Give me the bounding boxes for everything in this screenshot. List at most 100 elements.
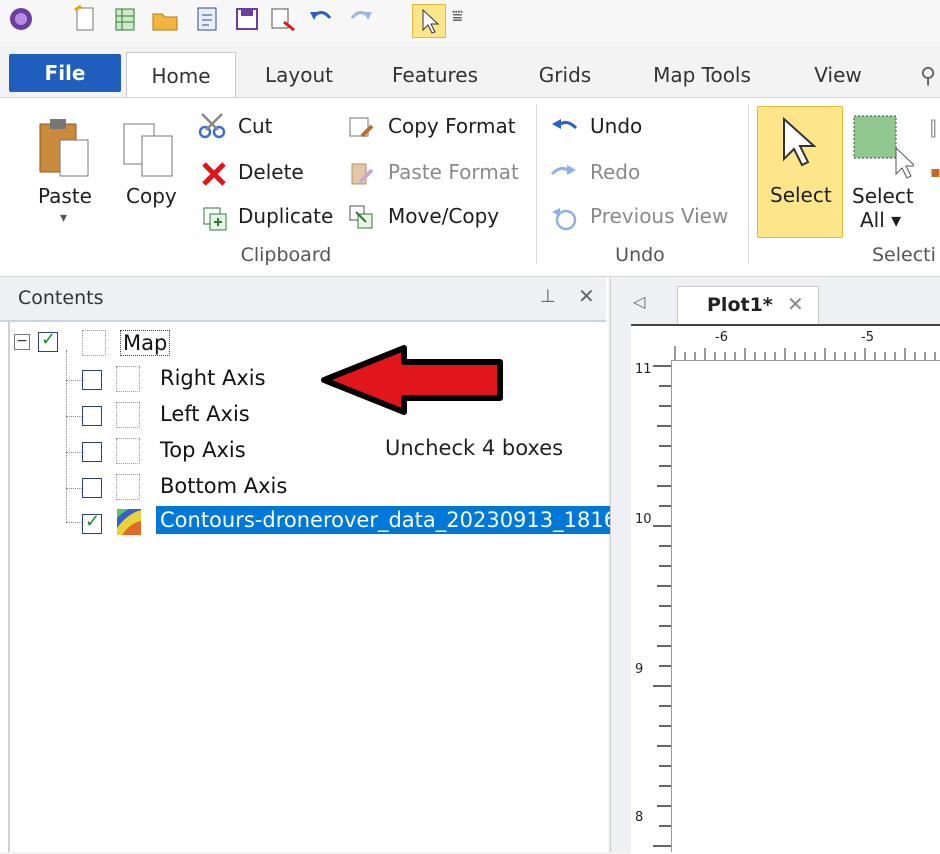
delete-label: Delete: [238, 160, 304, 184]
group-separator: [536, 104, 537, 264]
search-icon[interactable]: ⚲: [920, 64, 936, 89]
select-all-label-line2: All ▾: [860, 208, 902, 232]
paste-format-label: Paste Format: [388, 160, 519, 184]
map-checkbox[interactable]: [38, 329, 58, 352]
tree-item-contours[interactable]: Contours-dronerover_data_20230913_1816: [156, 506, 622, 534]
ribbon-tabs: File Home Layout Features Grids Map Tool…: [0, 42, 940, 99]
clipboard-group-label: Clipboard: [240, 244, 332, 266]
tab-file[interactable]: File: [9, 54, 121, 92]
tree-item-left-axis[interactable]: Left Axis: [160, 402, 250, 426]
top-axis-checkbox[interactable]: [82, 442, 102, 462]
duplicate-button[interactable]: Duplicate: [198, 202, 348, 232]
cut-label: Cut: [238, 114, 273, 138]
tab-grids[interactable]: Grids: [528, 54, 602, 96]
plot-tab-label: Plot1*: [707, 294, 773, 316]
paste-format-button[interactable]: Paste Format: [348, 158, 526, 188]
quick-access-toolbar: ⩸: [0, 0, 940, 42]
ruler-label: 11: [635, 362, 652, 377]
open-folder-icon[interactable]: [150, 4, 180, 34]
bottom-axis-thumbnail: [116, 474, 140, 500]
left-axis-thumbnail: [116, 402, 140, 428]
annotation-text: Uncheck 4 boxes: [385, 436, 564, 460]
ruler-label: -5: [861, 330, 874, 345]
ribbon: Paste ▾ Copy Cut Delete Duplicate Copy F…: [0, 97, 940, 277]
vertical-ruler: 11 10 9 8: [631, 360, 672, 852]
contents-title: Contents: [18, 287, 104, 309]
tree-item-right-axis[interactable]: Right Axis: [160, 366, 266, 390]
bottom-axis-checkbox[interactable]: [82, 478, 102, 498]
cut-button[interactable]: Cut: [198, 112, 338, 142]
tab-view[interactable]: View: [802, 54, 874, 96]
document-icon[interactable]: [192, 4, 222, 34]
undo-button[interactable]: Undo: [550, 112, 670, 142]
tree-item-map[interactable]: Map: [120, 330, 171, 356]
select-button[interactable]: Select: [757, 106, 843, 238]
tab-map-tools[interactable]: Map Tools: [640, 54, 764, 96]
right-axis-checkbox[interactable]: [82, 370, 102, 390]
paste-icon: [39, 119, 89, 177]
redo-icon: [550, 165, 576, 176]
new-worksheet-icon[interactable]: [110, 4, 140, 34]
pointer-tool-button[interactable]: [412, 4, 446, 38]
select-arrow-icon: [783, 116, 817, 167]
ruler-label: 10: [635, 512, 652, 527]
pointer-icon: [422, 8, 440, 34]
copy-button[interactable]: Copy: [118, 108, 184, 238]
redo-button[interactable]: Redo: [550, 158, 670, 188]
undo-qat-icon[interactable]: [306, 4, 336, 34]
object-tree: − Map Right Axis Left Axis Top Axis Bott…: [8, 322, 622, 852]
tree-connector: [66, 350, 67, 522]
close-icon[interactable]: ✕: [578, 284, 595, 308]
delete-button[interactable]: Delete: [198, 158, 338, 188]
close-tab-icon[interactable]: ✕: [787, 292, 804, 316]
map-thumbnail: [82, 330, 106, 356]
ruler-label: 8: [635, 810, 644, 825]
plot-canvas[interactable]: [631, 324, 940, 854]
scroll-tabs-left-icon[interactable]: ◁: [633, 292, 645, 311]
overflow-icon-2: ▪: [930, 162, 940, 181]
horizontal-ruler: -6 -5: [671, 326, 940, 361]
copy-label: Copy: [126, 184, 177, 208]
contour-layer-icon: [117, 509, 141, 535]
top-axis-thumbnail: [116, 438, 140, 464]
group-separator: [748, 104, 749, 264]
contours-checkbox[interactable]: [82, 511, 102, 534]
paste-button[interactable]: Paste ▾: [30, 108, 106, 238]
tab-layout[interactable]: Layout: [254, 54, 344, 96]
collapse-icon[interactable]: −: [14, 334, 30, 350]
duplicate-label: Duplicate: [238, 204, 334, 228]
save-icon[interactable]: [232, 4, 262, 34]
document-area: ◁ Plot1* ✕ -6 -5 11 10 9 8: [610, 278, 940, 854]
ruler-label: 9: [635, 662, 644, 677]
ruler-label: -6: [715, 330, 728, 345]
tab-home[interactable]: Home: [126, 52, 236, 99]
select-label: Select: [770, 183, 832, 207]
export-icon[interactable]: [268, 4, 298, 34]
copy-format-button[interactable]: Copy Format: [348, 112, 526, 142]
delete-icon: [202, 162, 226, 186]
left-axis-checkbox[interactable]: [82, 406, 102, 426]
move-copy-button[interactable]: Move/Copy: [348, 202, 526, 232]
copy-format-icon: [349, 117, 374, 138]
select-all-icon: [853, 115, 914, 179]
vertical-ruler-ticks: [653, 365, 671, 847]
tab-features[interactable]: Features: [380, 54, 490, 96]
select-all-button[interactable]: Select All ▾: [848, 108, 920, 238]
redo-qat-icon[interactable]: [346, 4, 376, 34]
customize-qat-icon[interactable]: ⩸: [452, 6, 463, 27]
undo-icon: [552, 119, 578, 130]
new-plot-icon[interactable]: [70, 4, 100, 34]
overflow-icon: ⫿: [930, 116, 937, 140]
pin-icon[interactable]: ⊥: [540, 286, 556, 307]
tree-item-top-axis[interactable]: Top Axis: [160, 438, 246, 462]
right-axis-thumbnail: [116, 366, 140, 392]
tree-item-bottom-axis[interactable]: Bottom Axis: [160, 474, 287, 498]
duplicate-icon: [203, 207, 227, 231]
app-logo-icon: [10, 8, 32, 30]
move-copy-label: Move/Copy: [388, 204, 500, 228]
undo-label: Undo: [590, 114, 643, 138]
redo-label: Redo: [590, 160, 641, 184]
paste-dropdown-icon[interactable]: ▾: [60, 210, 67, 226]
previous-view-button[interactable]: Previous View: [550, 202, 740, 232]
paste-format-icon: [351, 163, 374, 185]
